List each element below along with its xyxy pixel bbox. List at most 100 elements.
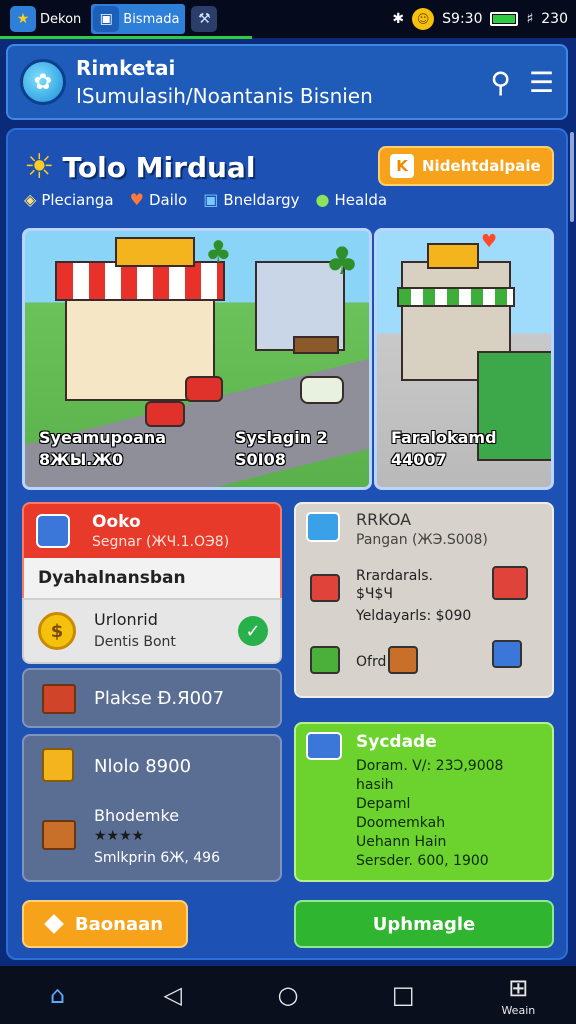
- market-sign: [427, 243, 479, 269]
- coin-title: Urlonrid: [94, 610, 158, 629]
- upgrade-label: Uphmagle: [372, 913, 476, 935]
- status-app-bismada[interactable]: ▣ Bismada: [91, 4, 186, 34]
- scene-value: 8ЖЫ.Ж0: [39, 450, 124, 469]
- palm-tree-icon: ♣: [205, 235, 232, 270]
- recents-icon[interactable]: □: [373, 970, 433, 1020]
- legend-label: Plecianga: [41, 190, 114, 209]
- app-label: Bismada: [123, 11, 180, 27]
- rating-stars: ★★★★: [94, 828, 145, 844]
- market-awning: [397, 287, 515, 307]
- plant-icon: [310, 646, 340, 674]
- box-icon: ▣: [203, 190, 219, 209]
- vehicle-icon: [300, 376, 344, 404]
- summary-line: Doram. V/: 23Ɔ,9008: [356, 758, 504, 774]
- upgrade-button[interactable]: Uphmagle: [294, 900, 554, 948]
- crate-icon: [42, 684, 76, 714]
- top-action-button[interactable]: K Nidehtdalpaie: [378, 146, 554, 186]
- page-title: Tolo Mirdual: [62, 150, 256, 184]
- signal-icon: ♯: [526, 11, 534, 27]
- inventory-title: RRKOA: [356, 510, 412, 529]
- legend-item[interactable]: ● Healda: [316, 190, 388, 209]
- main-panel: ☀ Tolo Mirdual K Nidehtdalpaie ◈ Pleciang…: [6, 128, 568, 960]
- top-action-label: Nidehtdalpaie: [422, 157, 541, 175]
- coin-subtitle: Dentis Bont: [94, 634, 176, 650]
- legend-item[interactable]: ▣ Bneldargy: [203, 190, 299, 209]
- legend-item[interactable]: ◈ Plecianga: [24, 190, 114, 209]
- shield-icon: ◈: [24, 190, 37, 209]
- item-name: Bhodemke: [94, 806, 180, 825]
- left-action-label: Baonaan: [74, 913, 164, 935]
- car-icon: [185, 376, 223, 402]
- clock: S9:30: [442, 11, 483, 27]
- globe-logo-icon: ✿: [20, 59, 66, 105]
- scene-label: Faralokamd 44007: [391, 427, 497, 471]
- crate-icon: [388, 646, 418, 674]
- scene-label: Syslagin 2 S0I08: [235, 427, 328, 471]
- tool-icon: ⚒: [191, 6, 218, 32]
- checkmark-icon: ✓: [238, 616, 268, 646]
- app-icon: ★: [10, 6, 36, 32]
- store-scene-main[interactable]: ♣ ♣ Syeamupoana 8ЖЫ.Ж0 Syslagin 2 S0I08: [22, 228, 372, 490]
- summary-card[interactable]: Sycdade Doram. V/: 23Ɔ,9008 hasih Depaml…: [294, 722, 554, 882]
- item-label: Plakse Ð.Я007: [94, 688, 225, 709]
- status-app-third[interactable]: ⚒: [189, 4, 223, 34]
- bluetooth-icon: ✱: [392, 11, 405, 27]
- business-subtitle: Segnar (ЖЧ.1.ОЭ8): [92, 534, 230, 550]
- product-icon: [42, 748, 74, 782]
- inventory-card[interactable]: RRKOA Pangan (ЖЭ.S008) Rrardarals. $Ч$Ч …: [294, 502, 554, 698]
- legend-label: Bneldargy: [223, 190, 300, 209]
- battery-level: 230: [541, 11, 568, 27]
- app-icon: ▣: [93, 6, 120, 32]
- home-icon[interactable]: ⌂: [28, 970, 88, 1020]
- summary-title: Sycdade: [356, 732, 437, 752]
- shop-icon: [492, 566, 528, 600]
- diamond-icon: [44, 914, 64, 934]
- left-action-button[interactable]: Baonaan: [22, 900, 188, 948]
- sun-icon: ☀: [24, 147, 55, 187]
- scene-value: S0I08: [235, 450, 286, 469]
- list-header: Dyahalnansban: [22, 558, 282, 598]
- leaf-icon: ●: [315, 190, 330, 209]
- legend-label: Dailo: [148, 190, 188, 209]
- car-icon: [145, 401, 185, 427]
- palm-tree-icon: ♣: [325, 239, 360, 283]
- scene-name: Syslagin 2: [235, 428, 328, 447]
- grid-menu-label: Weain: [501, 1003, 536, 1017]
- pin-icon: ♥: [481, 231, 498, 252]
- inventory-line: $Ч$Ч: [356, 586, 394, 602]
- status-app-dekon[interactable]: ★ Dekon: [8, 4, 87, 34]
- home-circle-icon[interactable]: ○: [258, 970, 318, 1020]
- list-item[interactable]: Nlolo 8900 Bhodemke ★★★★ Smlkprin 6Ж, 49…: [22, 734, 282, 882]
- legend-label: Healda: [334, 190, 388, 209]
- store-scene-secondary[interactable]: ♥ Faralokamd 44007: [374, 228, 554, 490]
- coin-row[interactable]: $ Urlonrid Dentis Bont ✓: [22, 598, 282, 664]
- list-item[interactable]: Plakse Ð.Я007: [22, 668, 282, 728]
- grid-menu-button[interactable]: ⊞ Weain: [488, 970, 548, 1020]
- store-icon: [36, 514, 70, 548]
- bench: [293, 336, 339, 354]
- item-label: Nlolo 8900: [94, 756, 192, 777]
- summary-line: Doomemkah: [356, 815, 446, 831]
- search-icon[interactable]: ⚲: [490, 66, 511, 99]
- active-tab-indicator: [0, 36, 252, 39]
- business-title: Ooko: [92, 512, 141, 532]
- scene-name: Faralokamd: [391, 428, 497, 447]
- scene-name: Syeamupoana: [39, 428, 167, 447]
- box-icon: [42, 820, 76, 850]
- legend-item[interactable]: ♥ Dailo: [130, 190, 188, 209]
- coin-icon: $: [38, 612, 76, 650]
- package-icon: [492, 640, 522, 668]
- store-sign: [115, 237, 195, 267]
- inventory-line: Rrardarals.: [356, 568, 434, 584]
- back-icon[interactable]: ◁: [143, 970, 203, 1020]
- scrollbar[interactable]: [570, 132, 574, 222]
- status-right: ✱ ☺ S9:30 ♯ 230: [392, 8, 568, 30]
- menu-icon[interactable]: ☰: [529, 66, 554, 99]
- scene-label: Syeamupoana 8ЖЫ.Ж0: [39, 427, 166, 471]
- gift-icon: [310, 574, 340, 602]
- business-card-header[interactable]: Ooko Segnar (ЖЧ.1.ОЭ8): [22, 502, 282, 558]
- app-title: Rimketai: [76, 56, 176, 80]
- inventory-line: Yeldayarls: $090: [356, 608, 472, 624]
- grid-icon: ⊞: [508, 973, 529, 1002]
- app-header: ✿ Rimketai ISumulasih/Noantanis Bisnien …: [6, 44, 568, 120]
